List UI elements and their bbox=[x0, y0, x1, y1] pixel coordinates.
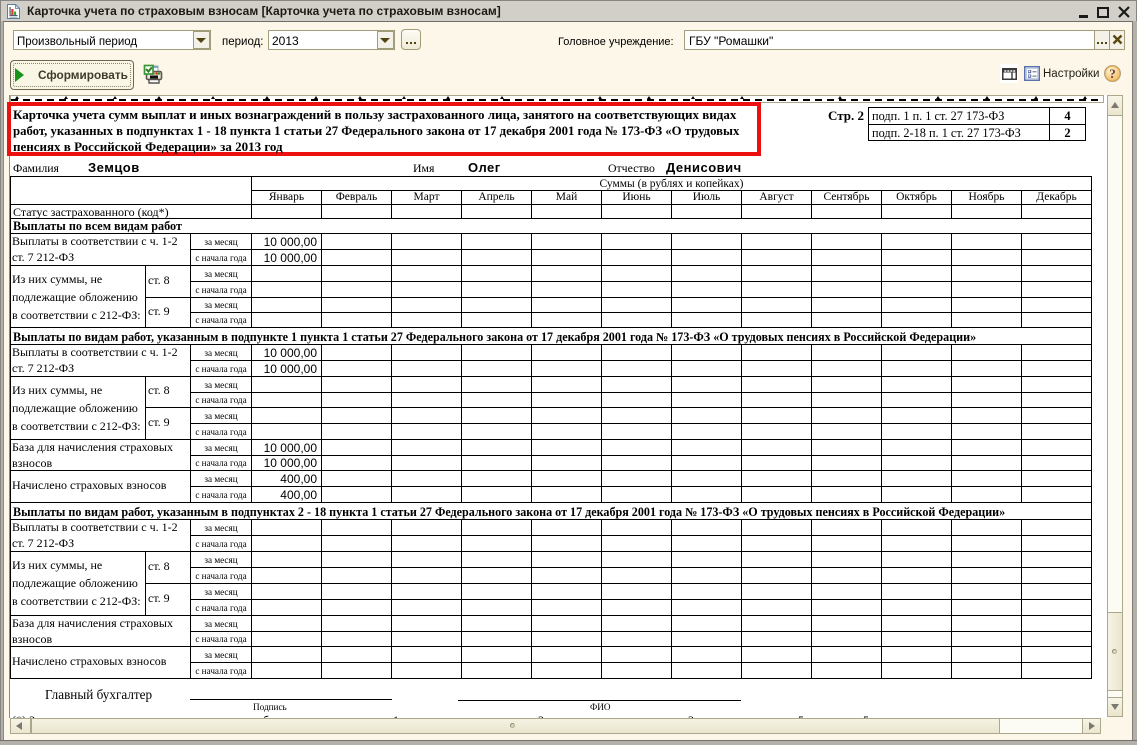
svg-text:?: ? bbox=[1109, 66, 1116, 81]
